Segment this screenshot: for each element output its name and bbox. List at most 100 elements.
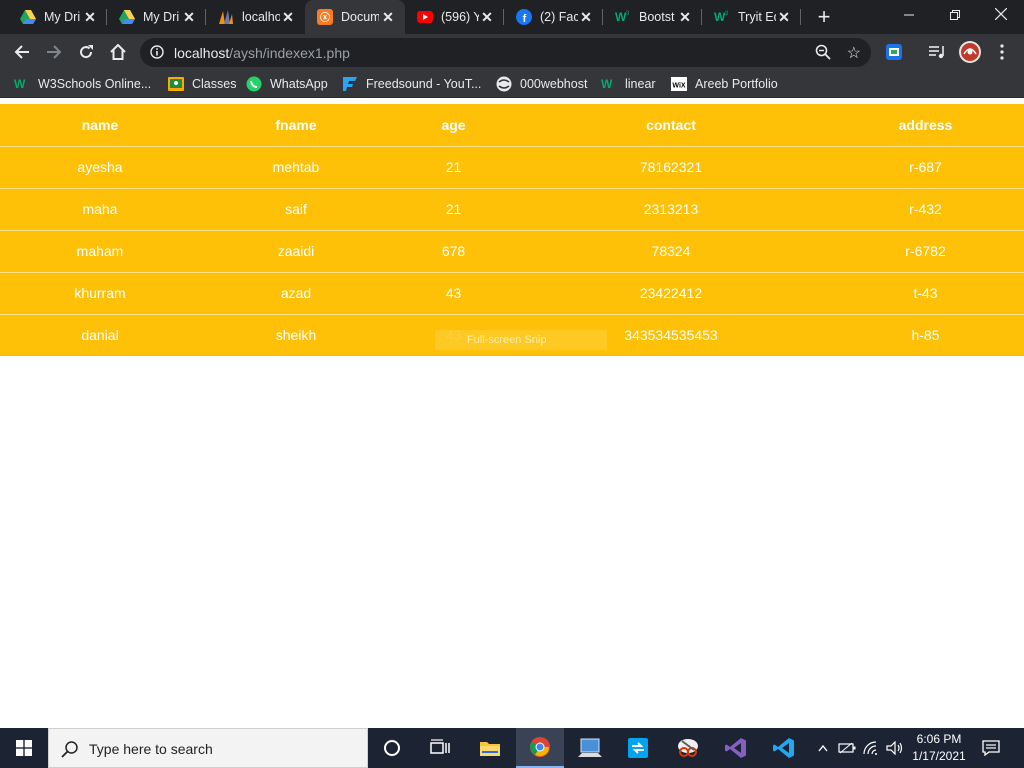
task-view-button[interactable]	[416, 728, 464, 768]
bookmark-whatsapp[interactable]: WhatsApp	[246, 75, 328, 93]
close-tab-icon[interactable]: ✕	[579, 10, 593, 24]
tab-bootstrap[interactable]: W3 Bootst ✕	[603, 0, 702, 34]
column-header-age: age	[441, 116, 466, 133]
tab-my-drive-2[interactable]: My Dri ✕	[107, 0, 206, 34]
arrow-right-icon	[47, 45, 62, 59]
sync-app-button[interactable]	[614, 728, 662, 768]
cell-fname: zaaidi	[200, 229, 392, 272]
000webhost-icon	[496, 76, 512, 92]
zoom-icon[interactable]	[815, 44, 831, 65]
clock-time: 6:06 PM	[916, 732, 962, 746]
visual-studio-button[interactable]	[712, 728, 760, 768]
chrome-icon	[530, 737, 550, 757]
tab-localhost[interactable]: localho ✕	[206, 0, 305, 34]
data-table: name fname age contact address ayesha me…	[0, 104, 1024, 356]
cell-address: r-687	[827, 145, 1024, 188]
bookmark-label: W3Schools Online...	[38, 77, 152, 91]
minimize-button[interactable]	[886, 0, 932, 30]
svg-text:W: W	[601, 77, 613, 91]
reload-button[interactable]	[74, 40, 98, 64]
w3schools-icon: W3	[615, 9, 631, 25]
bookmark-linear[interactable]: W linear	[601, 75, 656, 93]
new-tab-button[interactable]: +	[812, 5, 836, 29]
bookmark-classes[interactable]: Classes	[168, 75, 236, 93]
action-center-button[interactable]	[978, 736, 1004, 760]
close-tab-icon[interactable]: ✕	[678, 10, 692, 24]
volume-button[interactable]	[884, 728, 906, 768]
cortana-icon	[384, 740, 400, 756]
tab-document-active[interactable]: ⓧ Docum ✕	[305, 0, 405, 34]
bookmark-label: 000webhost	[520, 77, 588, 91]
bookmark-star-icon[interactable]: ☆	[847, 43, 861, 63]
url-text[interactable]: localhost/aysh/indexex1.php	[174, 45, 350, 61]
cell-name: maham	[0, 229, 200, 272]
cell-fname: azad	[200, 271, 392, 314]
file-explorer-button[interactable]	[466, 728, 514, 768]
bookmark-w3schools[interactable]: W W3Schools Online...	[14, 75, 151, 93]
snip-tooltip: Full-screen Snip	[435, 330, 607, 350]
vscode-button[interactable]	[760, 728, 808, 768]
speaker-icon	[886, 741, 903, 755]
close-tab-icon[interactable]: ✕	[777, 10, 791, 24]
close-tab-icon[interactable]: ✕	[182, 10, 196, 24]
cell-fname: mehtab	[200, 145, 392, 188]
clock[interactable]: 6:06 PM 1/17/2021	[906, 731, 972, 765]
tab-tryit-editor[interactable]: W3 Tryit Ed ✕	[702, 0, 801, 34]
close-tab-icon[interactable]: ✕	[381, 10, 395, 24]
search-icon	[61, 740, 79, 763]
cell-name: maha	[0, 187, 200, 230]
battery-button[interactable]	[836, 728, 858, 768]
tab-facebook[interactable]: f (2) Fac ✕	[504, 0, 603, 34]
tab-my-drive-1[interactable]: My Dri ✕	[8, 0, 107, 34]
cortana-button[interactable]	[368, 728, 416, 768]
svg-text:f: f	[523, 13, 527, 25]
cell-age: 21	[392, 145, 515, 188]
media-control-icon[interactable]	[927, 42, 947, 62]
search-placeholder: Type here to search	[89, 741, 213, 757]
tab-title: localho	[242, 10, 280, 24]
back-button[interactable]	[10, 40, 34, 64]
google-drive-icon	[119, 9, 135, 25]
menu-kebab-icon[interactable]	[992, 42, 1012, 62]
bookmark-areeb-portfolio[interactable]: WiX Areeb Portfolio	[671, 75, 778, 93]
bookmark-000webhost[interactable]: 000webhost	[496, 75, 587, 93]
cell-name: ayesha	[0, 145, 200, 188]
w3schools-icon: W	[14, 76, 30, 92]
url-host: localhost	[174, 45, 230, 61]
svg-text:3: 3	[626, 11, 630, 17]
clock-date: 1/17/2021	[912, 749, 966, 763]
facebook-icon: f	[516, 9, 532, 25]
tab-youtube[interactable]: (596) Y ✕	[405, 0, 504, 34]
taskbar-search-box[interactable]: Type here to search	[48, 728, 368, 768]
close-window-button[interactable]	[978, 0, 1024, 30]
cell-contact: 23422412	[515, 271, 827, 314]
cell-address: t-43	[827, 271, 1024, 314]
home-button[interactable]	[106, 40, 130, 64]
profile-avatar[interactable]	[958, 40, 982, 64]
browser-toolbar: localhost/aysh/indexex1.php ☆	[0, 34, 1024, 70]
bookmarks-bar: W W3Schools Online... Classes WhatsApp F…	[0, 70, 1024, 98]
info-icon[interactable]	[150, 45, 164, 64]
address-bar[interactable]: localhost/aysh/indexex1.php ☆	[140, 38, 871, 67]
close-tab-icon[interactable]: ✕	[83, 10, 97, 24]
close-tab-icon[interactable]: ✕	[480, 10, 494, 24]
cell-contact: 78162321	[515, 145, 827, 188]
column-header-contact: contact	[646, 116, 696, 133]
close-tab-icon[interactable]: ✕	[281, 10, 295, 24]
reload-icon	[80, 45, 93, 59]
snipping-tool-button[interactable]	[664, 728, 712, 768]
table-row: khurram azad 43 23422412 t-43	[0, 271, 1024, 314]
start-button[interactable]	[0, 728, 48, 768]
extension-icon[interactable]	[884, 42, 904, 62]
folder-icon	[480, 742, 500, 756]
bookmark-freedsound[interactable]: Freedsound - YouT...	[342, 75, 481, 93]
show-hidden-icons-button[interactable]	[812, 728, 834, 768]
chrome-taskbar-button[interactable]	[516, 728, 564, 768]
network-button[interactable]	[860, 728, 882, 768]
restore-button[interactable]	[932, 0, 978, 30]
remote-desktop-button[interactable]	[566, 728, 614, 768]
column-header-name: name	[81, 116, 119, 133]
table-header-row: name fname age contact address	[0, 104, 1024, 146]
bookmark-label: Classes	[192, 77, 237, 91]
forward-button[interactable]	[42, 40, 66, 64]
